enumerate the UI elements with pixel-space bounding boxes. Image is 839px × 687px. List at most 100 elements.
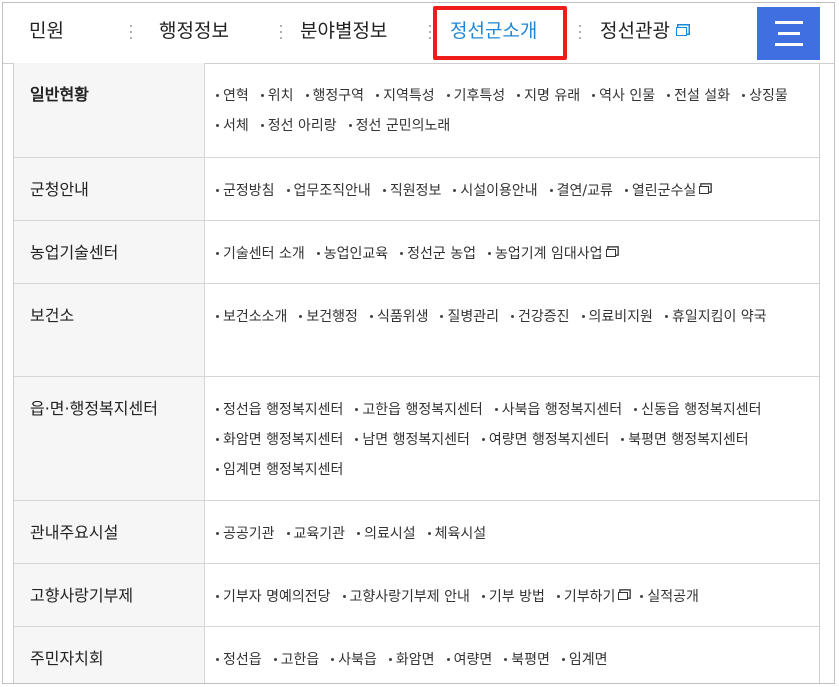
menu-link[interactable]: 역사 인물: [592, 81, 655, 111]
menu-link[interactable]: 군정방침: [216, 176, 275, 206]
menu-link[interactable]: 기술센터 소개: [216, 239, 305, 269]
tab-administration-info[interactable]: 행정정보: [159, 3, 229, 63]
menu-link[interactable]: 공공기관: [216, 519, 275, 549]
menu-link-label: 의료시설: [364, 526, 416, 542]
section-title[interactable]: 관내주요시설: [30, 519, 118, 543]
menu-link[interactable]: 휴일지킴이 약국: [664, 302, 767, 332]
bullet-icon: [624, 188, 628, 192]
menu-link[interactable]: 보건소소개: [216, 302, 287, 332]
menu-link-label: 의료비지원: [588, 309, 653, 325]
bullet-icon: [446, 657, 450, 661]
menu-link[interactable]: 정선 아리랑: [260, 111, 337, 141]
bullet-icon: [481, 437, 485, 441]
menu-link-label: 결연/교류: [556, 183, 613, 199]
tab-minwon[interactable]: 민원: [29, 3, 64, 63]
section-links: 정선읍 고한읍 사북읍 화암면 여량면 북평면 임계면: [216, 645, 809, 675]
menu-link[interactable]: 농업기계 임대사업: [488, 239, 616, 269]
bullet-icon: [216, 594, 219, 598]
menu-link[interactable]: 결연/교류: [549, 176, 613, 206]
bullet-icon: [494, 407, 498, 411]
menu-link-label: 연혁: [223, 88, 249, 104]
menu-link-label: 북평면 행정복지센터: [628, 432, 749, 448]
menu-link[interactable]: 고향사랑기부제 안내: [342, 582, 470, 612]
menu-link[interactable]: 체육시설: [427, 519, 487, 549]
menu-link[interactable]: 여량면 행정복지센터: [481, 425, 609, 455]
section-title[interactable]: 농업기술센터: [30, 239, 118, 263]
menu-link[interactable]: 지역특성: [376, 81, 435, 111]
menu-link[interactable]: 기부하기: [556, 582, 629, 612]
menu-link-label: 체육시설: [434, 526, 487, 542]
menu-link[interactable]: 의료비지원: [581, 302, 653, 332]
menu-link[interactable]: 사북읍 행정복지센터: [494, 395, 622, 425]
hamburger-menu-button[interactable]: [757, 7, 820, 60]
menu-link[interactable]: 남면 행정복지센터: [355, 425, 470, 455]
section-title[interactable]: 보건소: [30, 302, 74, 326]
menu-link[interactable]: 기부 방법: [481, 582, 545, 612]
menu-link-label: 교육기관: [293, 526, 346, 542]
bullet-icon: [592, 93, 596, 97]
menu-link[interactable]: 건강증진: [511, 302, 570, 332]
menu-link[interactable]: 신동읍 행정복지센터: [634, 395, 762, 425]
bullet-icon: [216, 407, 219, 411]
menu-link[interactable]: 보건행정: [299, 302, 358, 332]
bullet-icon: [216, 188, 219, 192]
menu-link[interactable]: 사북읍: [331, 645, 377, 675]
bullet-icon: [260, 123, 264, 127]
menu-link[interactable]: 교육기관: [286, 519, 346, 549]
menu-link[interactable]: 정선읍 행정복지센터: [216, 395, 343, 425]
menu-link-label: 건강증진: [518, 309, 570, 325]
section-links: 연혁 위치 행정구역 지역특성 기후특성 지명 유래 역사 인물 전설 설화 상징물서체 정선 아…: [216, 81, 809, 141]
menu-link[interactable]: 연혁: [216, 81, 249, 111]
section-links: 기술센터 소개 농업인교육 정선군 농업 농업기계 임대사업: [216, 239, 809, 269]
menu-link[interactable]: 여량면: [446, 645, 492, 675]
menu-link[interactable]: 임계면 행정복지센터: [216, 455, 343, 485]
tab-field-info[interactable]: 분야별정보: [300, 3, 387, 63]
menu-link[interactable]: 상징물: [742, 81, 788, 111]
menu-link[interactable]: 열린군수실: [624, 176, 710, 206]
menu-link[interactable]: 화암면 행정복지센터: [216, 425, 343, 455]
menu-link-label: 지역특성: [383, 88, 435, 104]
section-row: 주민자치회 정선읍 고한읍 사북읍 화암면 여량면 북평면 임계면: [14, 627, 819, 683]
bullet-icon: [342, 594, 346, 598]
menu-link[interactable]: 서체: [216, 111, 249, 141]
tab-jeongseon-tourism[interactable]: 정선관광: [600, 3, 687, 63]
menu-link[interactable]: 화암면: [388, 645, 435, 675]
section-row: 일반현황 연혁 위치 행정구역 지역특성 기후특성 지명 유래 역사 인물 전설 설화 상징물서체…: [14, 63, 819, 158]
menu-link[interactable]: 직원정보: [382, 176, 441, 206]
menu-link[interactable]: 정선 군민의노래: [348, 111, 451, 141]
menu-link[interactable]: 정선군 농업: [400, 239, 476, 269]
section-title[interactable]: 읍·면·행정복지센터: [30, 395, 158, 419]
menu-link[interactable]: 정선읍: [216, 645, 262, 675]
section-links: 군정방침 업무조직안내 직원정보 시설이용안내 결연/교류 열린군수실: [216, 176, 809, 206]
section-title[interactable]: 군청안내: [30, 176, 89, 200]
menu-link[interactable]: 기부자 명예의전당: [216, 582, 331, 612]
menu-link[interactable]: 시설이용안내: [453, 176, 538, 206]
menu-link[interactable]: 고한읍 행정복지센터: [355, 395, 483, 425]
menu-link[interactable]: 전설 설화: [667, 81, 730, 111]
menu-link[interactable]: 식품위생: [369, 302, 428, 332]
menu-link-label: 정선 군민의노래: [355, 118, 451, 134]
section-title[interactable]: 일반현황: [30, 81, 89, 105]
menu-link[interactable]: 행정구역: [305, 81, 364, 111]
bullet-icon: [440, 314, 444, 318]
menu-link[interactable]: 고한읍: [273, 645, 319, 675]
menu-link[interactable]: 북평면 행정복지센터: [621, 425, 749, 455]
menu-link[interactable]: 농업인교육: [316, 239, 388, 269]
bullet-icon: [355, 437, 359, 441]
menu-link[interactable]: 임계면: [561, 645, 607, 675]
bullet-icon: [488, 251, 491, 255]
section-title[interactable]: 고향사랑기부제: [30, 582, 133, 606]
section-row: 보건소 보건소소개 보건행정 식품위생 질병관리 건강증진 의료비지원 휴일지킴이 약국: [14, 284, 819, 377]
menu-link[interactable]: 위치: [260, 81, 294, 111]
menu-link[interactable]: 질병관리: [440, 302, 499, 332]
menu-link[interactable]: 지명 유래: [517, 81, 580, 111]
menu-link[interactable]: 의료시설: [357, 519, 416, 549]
menu-link[interactable]: 북평면: [504, 645, 550, 675]
menu-link-label: 위치: [267, 88, 294, 104]
menu-link[interactable]: 업무조직안내: [286, 176, 371, 206]
section-title[interactable]: 주민자치회: [30, 645, 104, 669]
bullet-icon: [634, 407, 638, 411]
menu-link[interactable]: 기후특성: [446, 81, 505, 111]
menu-link[interactable]: 실적공개: [640, 582, 699, 612]
nav-separator: [129, 25, 132, 39]
